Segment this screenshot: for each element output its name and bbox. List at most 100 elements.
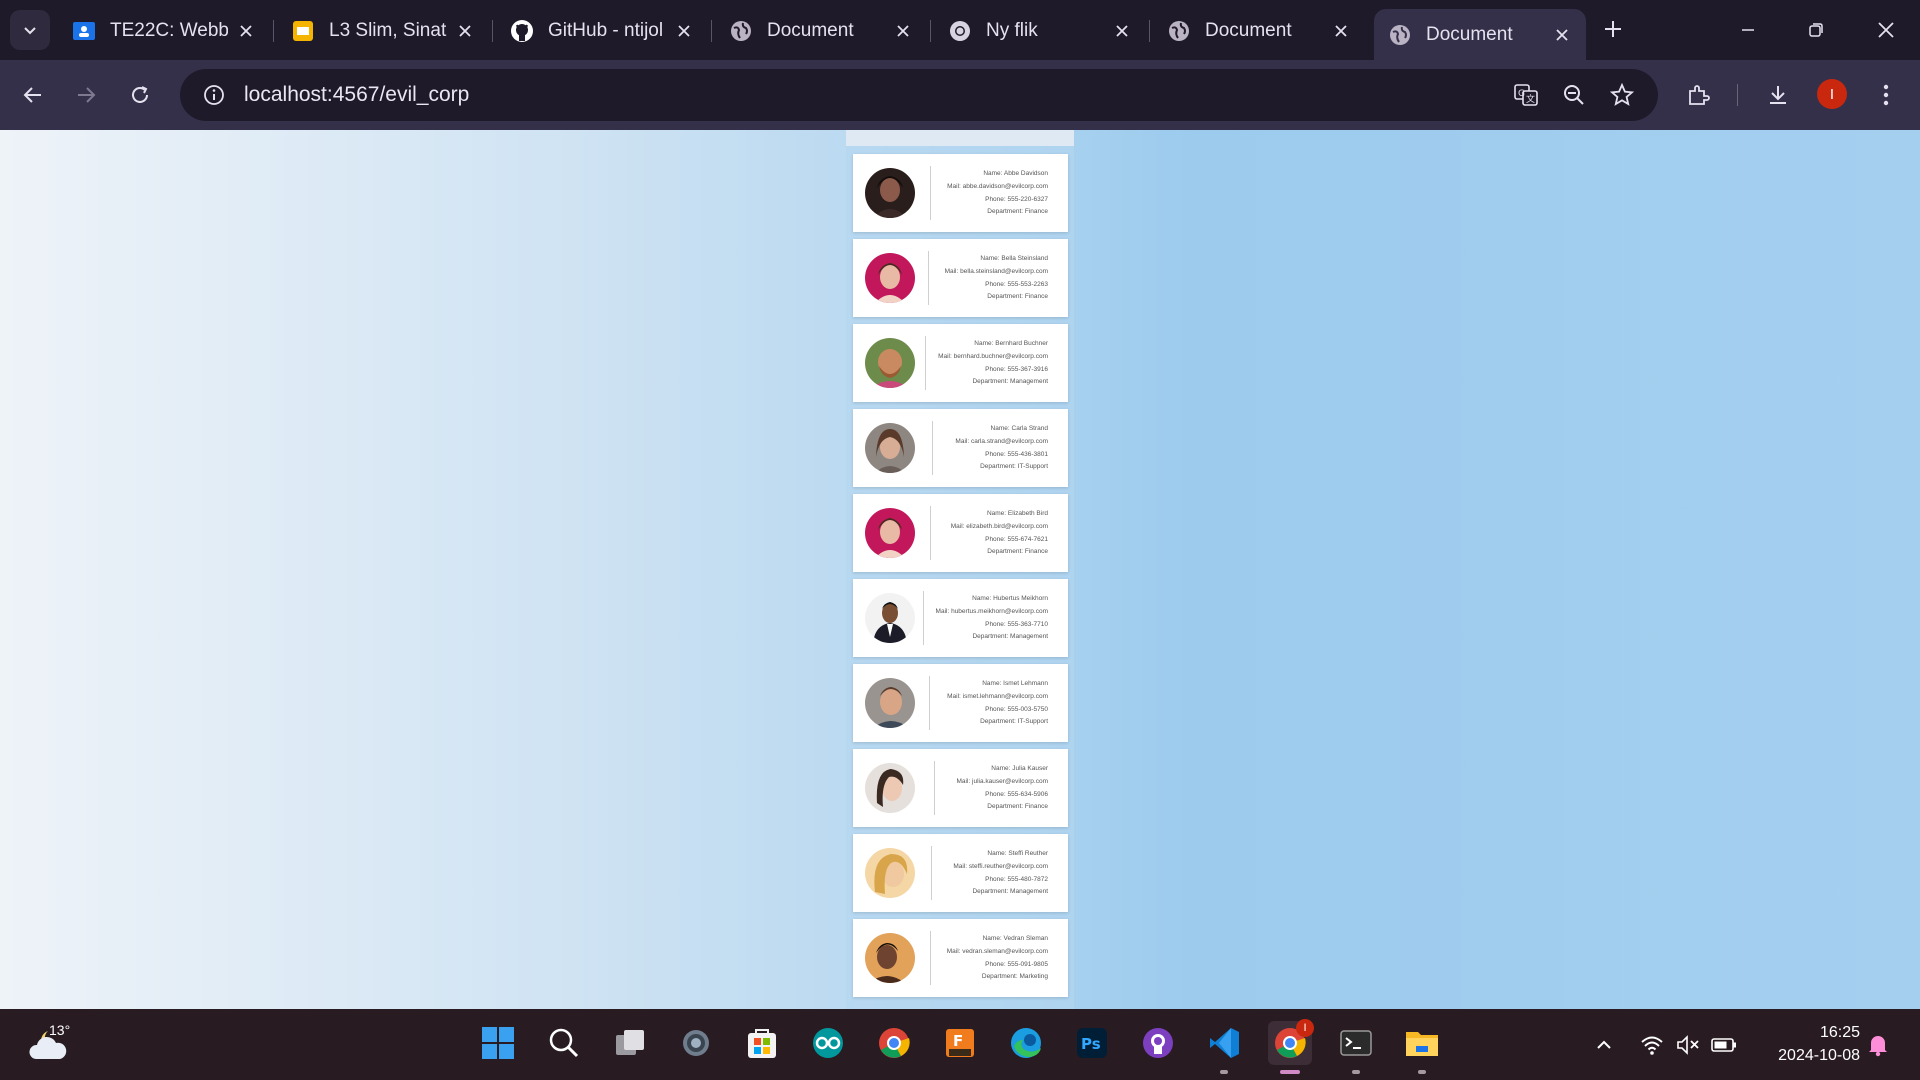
battery-status[interactable] [1710,1031,1738,1059]
employee-card: Name: Carla Strand Mail: carla.strand@ev… [853,409,1068,487]
zoom-out-icon[interactable] [1558,79,1590,111]
vscode-icon [1210,1028,1239,1058]
file-explorer-icon [1406,1032,1438,1056]
taskbar-arduino[interactable] [806,1021,850,1065]
notifications-button[interactable] [1864,1031,1892,1059]
new-tab-button[interactable] [1598,14,1628,44]
card-divider [931,846,932,900]
profile-avatar[interactable]: I [1817,79,1847,109]
taskbar-settings[interactable] [674,1021,718,1065]
profile-badge: I [1296,1019,1314,1037]
taskbar-terminal[interactable] [1334,1021,1378,1074]
employee-mail: Mail: ismet.lehmann@evilcorp.com [947,692,1048,700]
employee-mail: Mail: julia.kauser@evilcorp.com [956,777,1049,785]
taskbar-edge[interactable] [1004,1021,1048,1065]
employee-mail: Mail: vedran.sleman@evilcorp.com [946,947,1048,955]
tab-separator [273,20,274,42]
employee-info: Name: Abbe Davidson Mail: abbe.davidson@… [947,168,1048,219]
github-icon [510,19,534,43]
employee-info: Name: Elizabeth Bird Mail: elizabeth.bir… [951,508,1048,559]
tab-title: L3 Slim, Sinatr [329,20,447,41]
employee-name: Name: Carla Strand [990,425,1048,432]
bookmark-star-icon[interactable] [1606,79,1638,111]
employee-info: Name: Bella Steinsland Mail: bella.stein… [945,253,1048,304]
restore-icon [1809,23,1823,37]
employee-photo [865,338,915,388]
close-icon[interactable] [1329,19,1353,43]
forward-button[interactable] [68,77,104,113]
extensions-button[interactable] [1680,77,1716,113]
taskbar-chrome[interactable] [872,1021,916,1065]
running-indicator [1220,1070,1228,1074]
tab-separator [930,20,931,42]
employee-department: Department: Management [972,633,1048,641]
page-header-strip [846,130,1074,146]
employee-photo [865,848,915,898]
close-icon[interactable] [453,19,477,43]
taskbar-search[interactable] [542,1021,586,1065]
taskbar-vscode[interactable] [1202,1021,1246,1074]
fusion360-icon: F [946,1029,974,1057]
employee-info: Name: Vedran Sleman Mail: vedran.sleman@… [947,933,1048,984]
volume-status[interactable] [1674,1031,1702,1059]
tab-3[interactable]: GitHub - ntijol [496,9,708,53]
employee-department: Department: IT-Support [980,718,1048,726]
tab-6[interactable]: Document [1153,9,1365,53]
card-divider [925,336,926,390]
taskbar-github-desktop[interactable] [1136,1021,1180,1065]
google-classroom-icon [72,19,96,43]
employee-photo [865,763,915,813]
taskbar-file-explorer[interactable] [1400,1021,1444,1074]
downloads-button[interactable] [1760,77,1796,113]
employee-info: Name: Steffi Reuther Mail: steffi.reuthe… [953,848,1048,899]
restore-button[interactable] [1794,8,1838,52]
clock-date: 2024-10-08 [1778,1047,1860,1064]
card-divider [930,506,931,560]
back-button[interactable] [15,77,51,113]
taskbar-clock[interactable]: 16:25 2024-10-08 [1750,1021,1860,1067]
close-window-button[interactable] [1864,8,1908,52]
employee-phone: Phone: 555-480-7872 [985,875,1048,883]
reload-button[interactable] [122,77,158,113]
taskbar-photoshop[interactable]: Ps [1070,1021,1114,1065]
site-info-icon[interactable] [188,69,240,121]
employee-name: Name: Hubertus Meikhorn [972,595,1048,602]
close-icon[interactable] [234,19,258,43]
menu-button[interactable] [1868,77,1904,113]
employee-department: Department: Finance [987,803,1048,811]
url-text: localhost:4567/evil_corp [244,83,469,107]
tab-5[interactable]: Ny flik [934,9,1146,53]
weather-temperature: 13° [49,1022,71,1038]
tab-4[interactable]: Document [715,9,927,53]
browser-toolbar: localhost:4567/evil_corp G文 I [0,60,1920,130]
employee-mail: Mail: bernhard.buchner@evilcorp.com [938,352,1048,360]
employee-phone: Phone: 555-634-5906 [985,790,1048,798]
taskbar-fusion360[interactable]: F [938,1021,982,1065]
task-view-button[interactable] [608,1021,652,1065]
minimize-button[interactable] [1726,8,1770,52]
employee-department: Department: Management [972,888,1048,896]
wifi-status[interactable] [1638,1031,1666,1059]
employee-card: Name: Abbe Davidson Mail: abbe.davidson@… [853,154,1068,232]
svg-text:G: G [1518,89,1525,99]
employee-photo [865,593,915,643]
chrome-icon [948,19,972,43]
close-icon[interactable] [1110,19,1134,43]
tab-2[interactable]: L3 Slim, Sinatr [277,9,489,53]
tab-1[interactable]: TE22C: Webbs [58,9,270,53]
taskbar-store[interactable] [740,1021,784,1065]
tab-7-active[interactable]: Document [1374,9,1586,60]
address-bar[interactable]: localhost:4567/evil_corp G文 [180,69,1658,121]
page-viewport: Name: Abbe Davidson Mail: abbe.davidson@… [0,130,1920,1009]
tray-overflow-button[interactable] [1590,1031,1618,1059]
employee-info: Name: Julia Kauser Mail: julia.kauser@ev… [957,763,1049,814]
tab-search-button[interactable] [10,10,50,50]
taskbar-chrome-profile[interactable]: I [1268,1019,1314,1074]
close-icon[interactable] [672,19,696,43]
translate-icon[interactable]: G文 [1510,79,1542,111]
tab-separator [1149,20,1150,42]
close-icon[interactable] [1550,23,1574,47]
start-button[interactable] [476,1021,520,1065]
employee-phone: Phone: 555-553-2263 [985,280,1048,288]
close-icon[interactable] [891,19,915,43]
